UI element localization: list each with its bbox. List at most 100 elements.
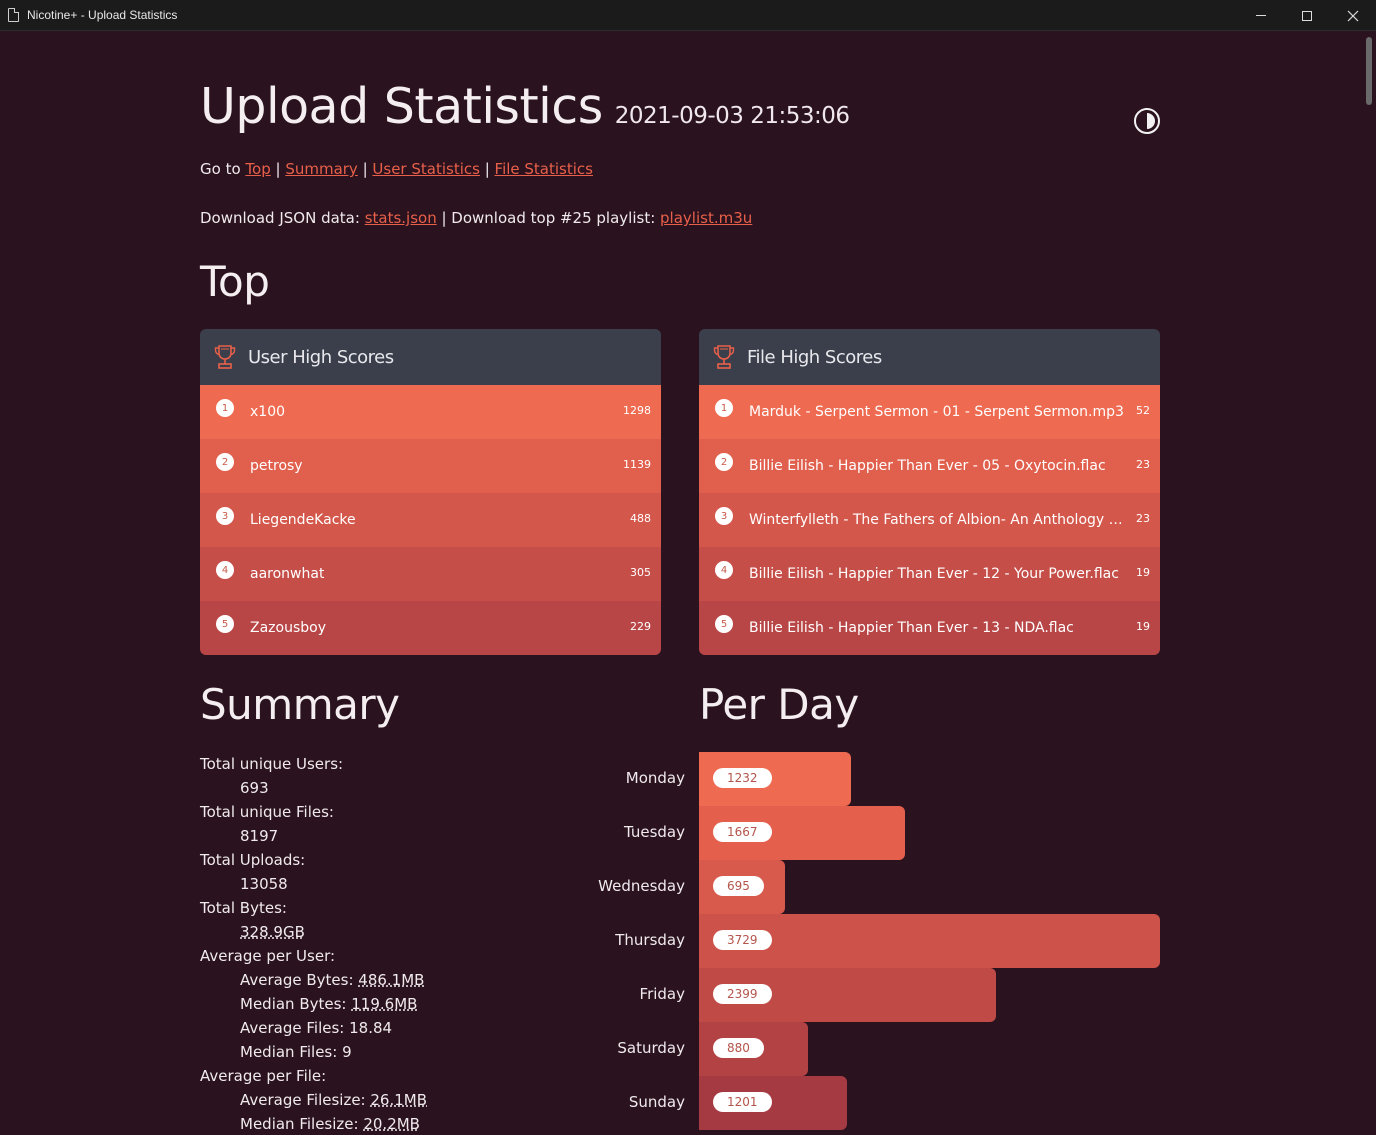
rank-badge: 3 xyxy=(216,507,234,525)
total-uploads-label: Total Uploads: xyxy=(200,851,306,869)
score-value: 488 xyxy=(630,512,651,525)
nav-link-summary[interactable]: Summary xyxy=(285,160,358,178)
nav-link-top[interactable]: Top xyxy=(245,160,270,178)
day-label: Sunday xyxy=(628,1093,685,1111)
day-label: Wednesday xyxy=(598,877,685,895)
page-timestamp: 2021-09-03 21:53:06 xyxy=(614,103,850,129)
theme-toggle-icon[interactable] xyxy=(1134,108,1160,134)
day-label: Monday xyxy=(625,769,685,787)
day-bar: 1667 xyxy=(699,806,905,860)
trophy-icon xyxy=(713,345,735,369)
median-files-label: Median Files: xyxy=(240,1043,343,1061)
score-row: 4 Billie Eilish - Happier Than Ever - 12 … xyxy=(699,547,1160,601)
vertical-scrollbar[interactable] xyxy=(1362,31,1376,1135)
nav-separator: | xyxy=(270,160,286,178)
total-users-value: 693 xyxy=(240,779,269,797)
score-name: Winterfylleth - The Fathers of Albion- A… xyxy=(749,512,1129,528)
rank-badge: 1 xyxy=(715,399,733,417)
file-score-list: 1 Marduk - Serpent Sermon - 01 - Serpent … xyxy=(699,385,1160,655)
avg-filesize-value: 26.1MB xyxy=(370,1091,428,1109)
median-bytes-label: Median Bytes: xyxy=(240,995,352,1013)
median-filesize-label: Median Filesize: xyxy=(240,1115,364,1133)
close-button[interactable] xyxy=(1330,0,1376,31)
score-row: 5 Billie Eilish - Happier Than Ever - 13 … xyxy=(699,601,1160,655)
avg-bytes-value: 486.1MB xyxy=(358,971,425,989)
trophy-icon xyxy=(214,345,236,369)
download-links: Download JSON data: stats.json | Downloa… xyxy=(200,209,752,227)
day-label: Friday xyxy=(639,985,685,1003)
total-bytes-label: Total Bytes: xyxy=(200,899,287,917)
download-playlist-label: | Download top #25 playlist: xyxy=(436,209,661,227)
median-bytes-value: 119.6MB xyxy=(351,995,418,1013)
nav-prefix: Go to xyxy=(200,160,246,178)
median-filesize-value: 20.2MB xyxy=(363,1115,420,1133)
score-value: 305 xyxy=(630,566,651,579)
nav-link-user-statistics[interactable]: User Statistics xyxy=(372,160,480,178)
card-title: User High Scores xyxy=(248,346,394,368)
playlist-link[interactable]: playlist.m3u xyxy=(660,209,752,227)
total-bytes-value: 328.9GB xyxy=(240,923,305,941)
rank-badge: 4 xyxy=(216,561,234,579)
total-bytes-row: 328.9GB xyxy=(200,920,427,944)
score-value: 52 xyxy=(1136,404,1150,417)
score-row: 3 Winterfylleth - The Fathers of Albion- … xyxy=(699,493,1160,547)
rank-badge: 2 xyxy=(216,453,234,471)
day-bar: 880 xyxy=(699,1022,808,1076)
day-label: Saturday xyxy=(617,1039,685,1057)
median-filesize-row: Median Filesize: 20.2MB xyxy=(200,1112,427,1135)
score-value: 23 xyxy=(1136,458,1150,471)
nav-separator: | xyxy=(357,160,373,178)
nav-links: Go to Top | Summary | User Statistics | … xyxy=(200,160,593,178)
avg-filesize-row: Average Filesize: 26.1MB xyxy=(200,1088,427,1112)
rank-badge: 1 xyxy=(216,399,234,417)
window-title: Nicotine+ - Upload Statistics xyxy=(27,8,178,22)
score-row: 1 Marduk - Serpent Sermon - 01 - Serpent … xyxy=(699,385,1160,439)
minimize-button[interactable] xyxy=(1238,0,1284,31)
card-title: File High Scores xyxy=(747,346,882,368)
score-name: LiegendeKacke xyxy=(250,512,356,528)
day-bar: 3729 xyxy=(699,914,1160,968)
score-value: 23 xyxy=(1136,512,1150,525)
user-high-scores-card: User High Scores 1 x100 1298 2 petrosy 1139 3 L… xyxy=(200,329,661,655)
median-files-value: 9 xyxy=(342,1043,352,1061)
total-uploads-value: 13058 xyxy=(240,875,288,893)
window-controls xyxy=(1238,0,1376,31)
rank-badge: 4 xyxy=(715,561,733,579)
score-value: 1298 xyxy=(623,404,651,417)
maximize-button[interactable] xyxy=(1284,0,1330,31)
card-header: File High Scores xyxy=(699,329,1160,385)
score-name: petrosy xyxy=(250,458,303,474)
day-bar: 2399 xyxy=(699,968,996,1022)
avg-filesize-label: Average Filesize: xyxy=(240,1091,371,1109)
close-icon xyxy=(1347,10,1359,21)
score-row: 5 Zazousboy 229 xyxy=(200,601,661,655)
section-title-per-day: Per Day xyxy=(699,680,859,729)
score-value: 19 xyxy=(1136,620,1150,633)
score-row: 2 petrosy 1139 xyxy=(200,439,661,493)
nav-link-file-statistics[interactable]: File Statistics xyxy=(495,160,593,178)
section-title-top: Top xyxy=(200,257,270,306)
summary-list: Total unique Users: 693 Total unique Fil… xyxy=(200,752,427,1135)
score-row: 4 aaronwhat 305 xyxy=(200,547,661,601)
total-files-value: 8197 xyxy=(240,827,279,845)
scrollbar-thumb[interactable] xyxy=(1366,37,1372,105)
avg-user-label: Average per User: xyxy=(200,947,336,965)
day-value: 1667 xyxy=(713,822,772,842)
rank-badge: 3 xyxy=(715,507,733,525)
score-row: 3 LiegendeKacke 488 xyxy=(200,493,661,547)
user-score-list: 1 x100 1298 2 petrosy 1139 3 LiegendeKacke 488 4 a… xyxy=(200,385,661,655)
rank-badge: 5 xyxy=(715,615,733,633)
page-header: Upload Statistics 2021-09-03 21:53:06 xyxy=(200,78,850,135)
day-bar: 1201 xyxy=(699,1076,847,1130)
minimize-icon xyxy=(1256,15,1266,16)
day-bar: 695 xyxy=(699,860,785,914)
day-value: 880 xyxy=(713,1038,764,1058)
stats-json-link[interactable]: stats.json xyxy=(365,209,437,227)
day-label: Thursday xyxy=(615,931,685,949)
download-json-label: Download JSON data: xyxy=(200,209,365,227)
score-name: Billie Eilish - Happier Than Ever - 13 -… xyxy=(749,620,1074,636)
day-value: 3729 xyxy=(713,930,772,950)
maximize-icon xyxy=(1302,10,1312,21)
score-value: 19 xyxy=(1136,566,1150,579)
score-name: Zazousboy xyxy=(250,620,326,636)
